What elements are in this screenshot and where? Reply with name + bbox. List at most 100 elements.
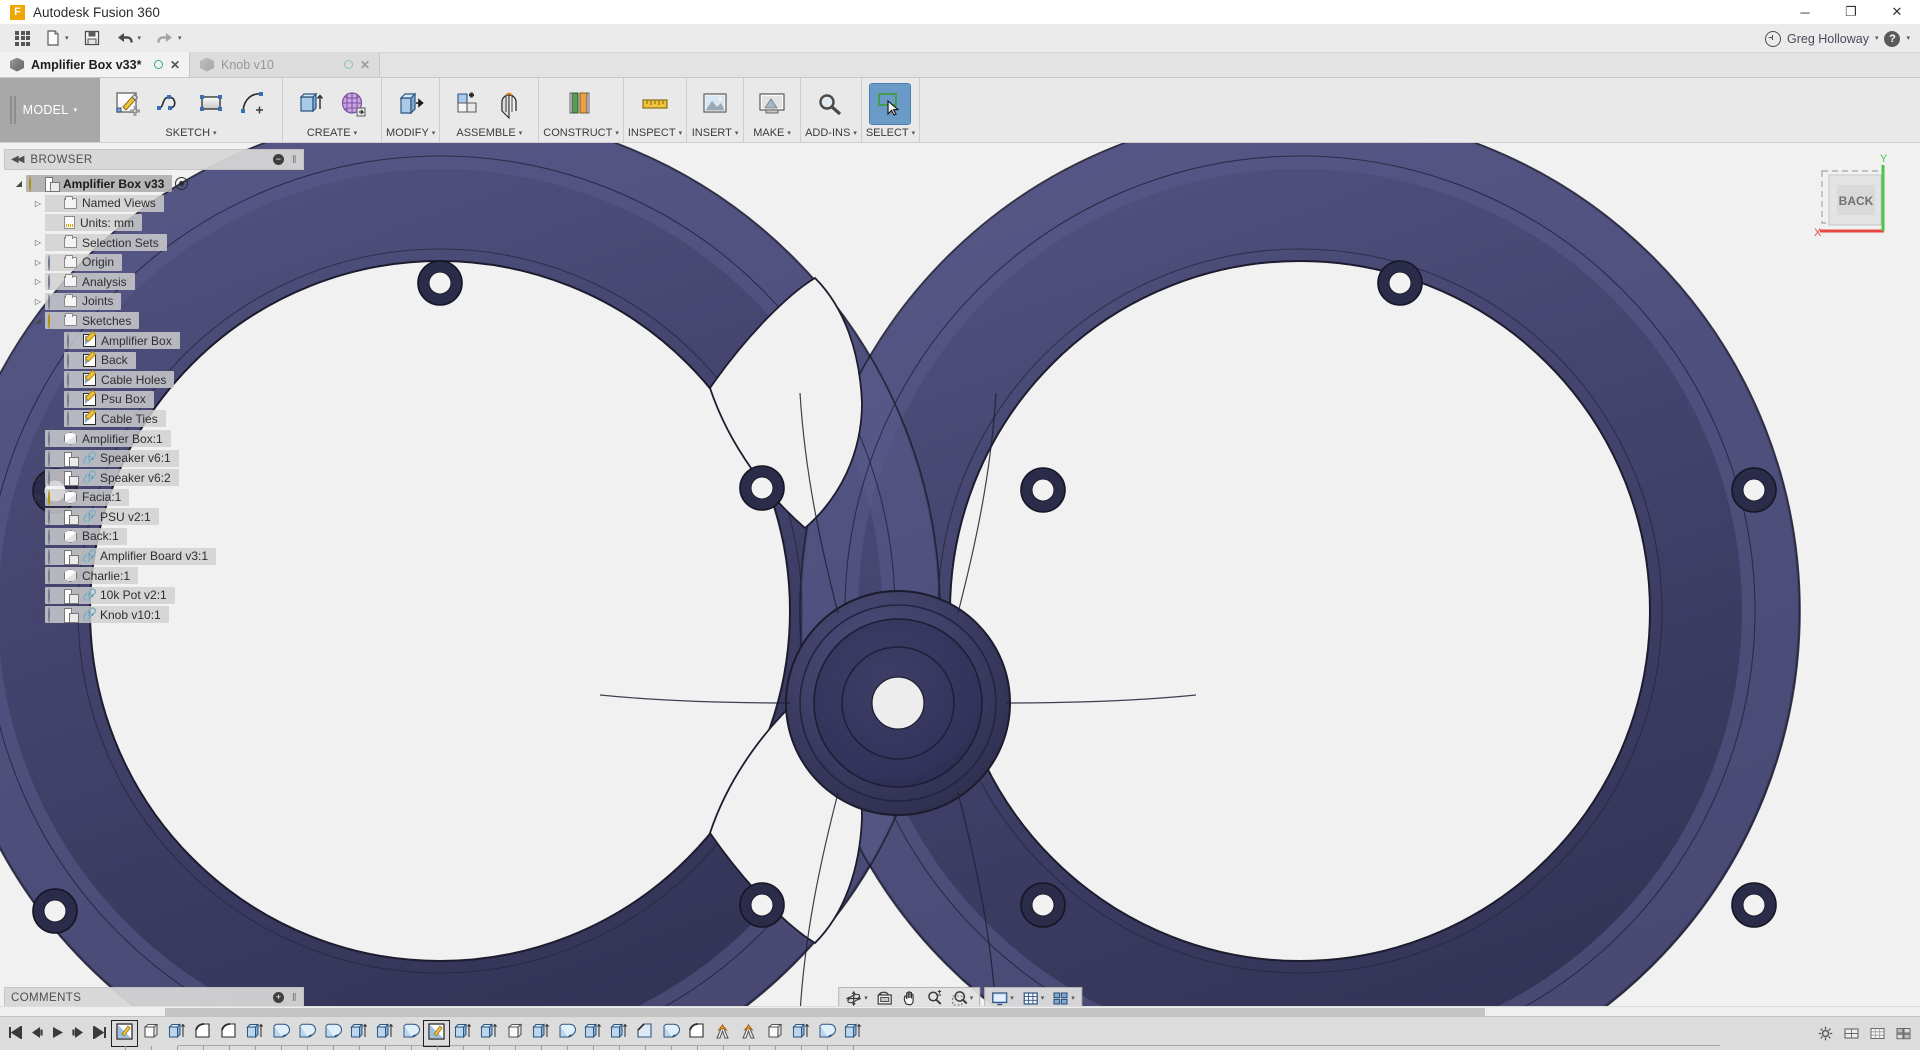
timeline-feature-body-cube[interactable] (762, 1021, 787, 1050)
timeline-feature-shell[interactable] (398, 1021, 423, 1050)
timeline-feature-fillet[interactable] (216, 1021, 241, 1050)
browser-tree-item[interactable]: 🔗 Speaker v6:2 (45, 469, 179, 487)
display-settings-button[interactable]: ▾ (987, 988, 1018, 1008)
browser-tree-row[interactable]: ▷ Charlie:1 (4, 566, 304, 586)
tree-expand-arrow-icon[interactable]: ▷ (31, 434, 45, 443)
workspace-selector-button[interactable]: MODEL ▾ (0, 78, 100, 142)
tree-expand-arrow-icon[interactable]: ▷ (31, 610, 45, 619)
browser-tree-row[interactable]: Back (4, 350, 304, 370)
document-close-icon[interactable]: ✕ (170, 58, 180, 72)
press-pull-button[interactable] (391, 84, 431, 124)
browser-tree-row[interactable]: Psu Box (4, 390, 304, 410)
help-caret-icon[interactable]: ▾ (1906, 35, 1910, 42)
tree-collapse-arrow-icon[interactable]: ◢ (31, 316, 45, 325)
timeline-grid-button[interactable] (1866, 1024, 1888, 1044)
timeline-feature-chamfer[interactable] (632, 1021, 657, 1050)
timeline-feature-shell[interactable] (814, 1021, 839, 1050)
clock-icon[interactable] (1764, 30, 1781, 47)
document-tab-knob[interactable]: Knob v10 ✕ (190, 52, 380, 77)
timeline-layout-button[interactable] (1892, 1024, 1914, 1044)
viewports-button[interactable]: ▾ (1048, 988, 1079, 1008)
visibility-bulb-icon[interactable] (48, 607, 59, 624)
browser-tree-item[interactable]: 🔗 10k Pot v2:1 (45, 586, 175, 604)
timeline-feature-body-cube[interactable] (502, 1021, 527, 1050)
tree-expand-arrow-icon[interactable]: ▷ (31, 512, 45, 521)
select-button[interactable] (869, 82, 912, 125)
visibility-bulb-icon[interactable] (48, 548, 59, 565)
browser-tree-item[interactable]: Charlie:1 (45, 567, 139, 585)
browser-tree-item[interactable]: 🔗 Speaker v6:1 (45, 449, 179, 467)
browser-tree-row[interactable]: Amplifier Box (4, 331, 304, 351)
browser-tree-row[interactable]: ▷ Facia:1 (4, 488, 304, 508)
ribbon-group-addins-label[interactable]: ADD-INS ▾ (805, 127, 857, 142)
browser-minimize-icon[interactable]: − (273, 154, 285, 165)
ribbon-group-modify-label[interactable]: MODIFY ▾ (386, 127, 435, 142)
ribbon-group-make-label[interactable]: MAKE ▾ (753, 127, 791, 142)
visibility-bulb-icon[interactable] (67, 372, 78, 389)
timeline-feature-sketch[interactable] (423, 1020, 450, 1050)
canvas-horizontal-scrollbar[interactable] (0, 1006, 1920, 1016)
timeline-feature-extrude[interactable] (840, 1021, 865, 1050)
browser-tree-item[interactable]: Analysis (45, 273, 135, 291)
step-forward-button[interactable] (69, 1023, 88, 1045)
apps-grid-button[interactable] (0, 24, 37, 53)
visibility-bulb-icon[interactable] (48, 254, 59, 271)
browser-tree-item[interactable]: Psu Box (64, 390, 154, 408)
play-button[interactable] (48, 1023, 67, 1045)
browser-tree-row[interactable]: ▷ Selection Sets (4, 233, 304, 253)
browser-tree-row[interactable]: ▷ 🔗 Speaker v6:1 (4, 448, 304, 468)
browser-tree-item[interactable]: 🔗 PSU v2:1 (45, 508, 159, 526)
visibility-bulb-icon[interactable] (48, 528, 59, 545)
timeline-feature-joint-up[interactable] (710, 1021, 735, 1050)
document-close-icon[interactable]: ✕ (360, 58, 370, 72)
undo-button[interactable]: ▾ (108, 24, 149, 53)
browser-tree-item[interactable]: Cable Ties (64, 410, 166, 428)
tree-expand-arrow-icon[interactable]: ▷ (31, 297, 45, 306)
viewports-caret-icon[interactable]: ▾ (1071, 995, 1075, 1002)
pan-button[interactable] (897, 988, 922, 1008)
document-tab-amplifier-box[interactable]: Amplifier Box v33* ✕ (0, 52, 190, 77)
timeline-feature-extrude[interactable] (476, 1021, 501, 1050)
document-status-dot-icon[interactable] (153, 60, 163, 69)
visibility-bulb-icon[interactable] (48, 509, 59, 526)
ribbon-group-sketch-label[interactable]: SKETCH ▾ (165, 127, 216, 142)
spline-button[interactable] (150, 84, 190, 124)
timeline-feature-extrude[interactable] (606, 1021, 631, 1050)
browser-tree-row[interactable]: Cable Ties (4, 409, 304, 429)
new-file-caret-icon[interactable]: ▾ (65, 35, 69, 42)
timeline-feature-extrude[interactable] (788, 1021, 813, 1050)
browser-tree-row[interactable]: ▷ Joints (4, 292, 304, 312)
comments-grip-icon[interactable]: ‖ (292, 992, 297, 1004)
tree-expand-arrow-icon[interactable]: ▷ (31, 591, 45, 600)
help-icon[interactable]: ? (1884, 30, 1901, 47)
visibility-bulb-icon[interactable] (67, 333, 78, 350)
measure-button[interactable] (635, 84, 675, 124)
step-back-button[interactable] (27, 1023, 46, 1045)
browser-tree-row[interactable]: ▷ Named Views (4, 194, 304, 214)
grid-caret-icon[interactable]: ▾ (1041, 995, 1045, 1002)
timeline-feature-shell[interactable] (658, 1021, 683, 1050)
browser-tree-item[interactable]: Amplifier Box:1 (45, 430, 171, 448)
ribbon-group-select-label[interactable]: SELECT ▾ (866, 127, 915, 142)
timeline-settings-button[interactable] (1814, 1024, 1836, 1044)
scripts-addins-button[interactable] (811, 84, 851, 124)
visibility-bulb-icon[interactable] (67, 411, 78, 428)
browser-tree-row[interactable]: Cable Holes (4, 370, 304, 390)
tree-expand-arrow-icon[interactable]: ▷ (31, 473, 45, 482)
browser-tree-item[interactable]: Sketches (45, 312, 140, 330)
tree-expand-arrow-icon[interactable]: ▷ (31, 277, 45, 286)
browser-collapse-icon[interactable]: ◀◀ (11, 154, 24, 165)
tree-collapse-arrow-icon[interactable]: ◢ (12, 179, 26, 188)
timeline-feature-shell[interactable] (294, 1021, 319, 1050)
user-menu-caret-icon[interactable]: ▾ (1875, 35, 1879, 42)
tree-expand-arrow-icon[interactable]: ▷ (31, 258, 45, 267)
browser-tree-item[interactable]: Named Views (45, 194, 164, 212)
timeline-feature-joint-up[interactable] (736, 1021, 761, 1050)
visibility-bulb-icon[interactable] (48, 293, 59, 310)
visibility-bulb-icon[interactable] (48, 313, 59, 330)
browser-tree-row[interactable]: ▷ 🔗 10k Pot v2:1 (4, 585, 304, 605)
timeline-feature-body-cube[interactable] (138, 1021, 163, 1050)
visibility-bulb-icon[interactable] (67, 391, 78, 408)
zoom-window-button[interactable]: ▾ (947, 988, 978, 1008)
visibility-bulb-icon[interactable] (48, 274, 59, 291)
